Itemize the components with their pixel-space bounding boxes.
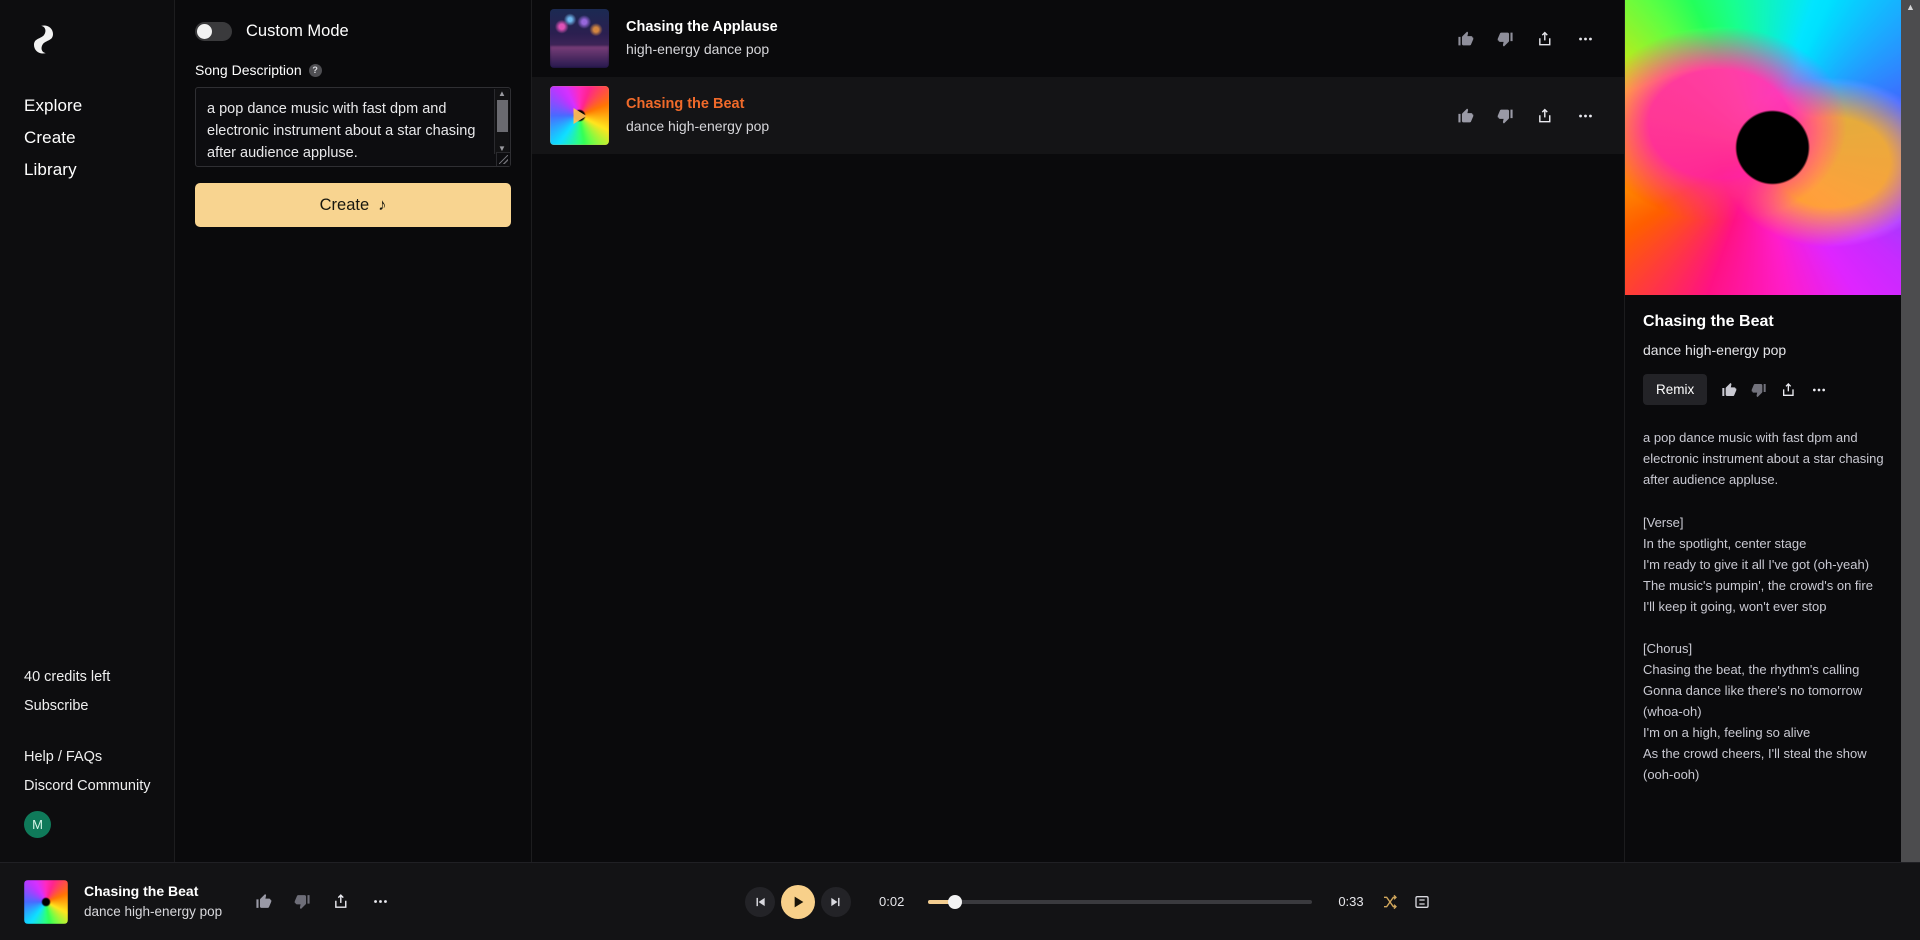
total-time: 0:33 (1338, 894, 1364, 909)
textarea-resize-handle[interactable] (496, 152, 510, 166)
song-title: Chasing the Applause (626, 19, 778, 35)
textarea-scrollbar[interactable]: ▲ ▼ (494, 89, 509, 154)
thumbs-down-icon[interactable] (1497, 30, 1514, 47)
primary-nav: Explore Create Library (24, 90, 150, 186)
song-list: Chasing the Applause high-energy dance p… (532, 0, 1625, 862)
shuffle-icon[interactable] (1382, 894, 1398, 910)
more-options-icon[interactable] (1577, 30, 1594, 47)
create-button[interactable]: Create ♪ (195, 183, 511, 227)
scrollbar-thumb[interactable] (497, 100, 508, 132)
thumbs-down-icon[interactable] (1497, 107, 1514, 124)
play-overlay-icon[interactable] (573, 107, 586, 124)
song-row-0[interactable]: Chasing the Applause high-energy dance p… (532, 0, 1624, 77)
player-bar: Chasing the Beat dance high-energy pop 0… (0, 862, 1920, 940)
thumbs-down-icon[interactable] (1751, 382, 1767, 398)
detail-subtitle: dance high-energy pop (1643, 342, 1787, 358)
remix-button[interactable]: Remix (1643, 374, 1708, 405)
more-options-icon[interactable] (1577, 107, 1594, 124)
next-track-button[interactable] (821, 886, 851, 917)
detail-artwork[interactable] (1625, 0, 1920, 295)
song-subtitle: dance high-energy pop (626, 118, 770, 134)
left-sidebar: Explore Create Library 40 credits left S… (0, 0, 174, 862)
player-controls: 0:02 0:33 (460, 884, 1920, 919)
player-subtitle: dance high-energy pop (84, 904, 223, 919)
page-scrollbar[interactable]: ▲ (1901, 0, 1920, 862)
create-panel: Custom Mode Song Description ? a pop dan… (174, 0, 532, 862)
song-artwork[interactable] (550, 86, 609, 145)
song-row-1[interactable]: Chasing the Beat dance high-energy pop (532, 77, 1624, 154)
detail-actions: Remix (1643, 374, 1902, 405)
song-detail-panel: Chasing the Beat dance high-energy pop R… (1625, 0, 1920, 862)
song-description-value: a pop dance music with fast dpm and elec… (207, 101, 480, 161)
song-artwork[interactable] (550, 9, 609, 68)
song-row-actions (1457, 30, 1594, 47)
song-title: Chasing the Beat (626, 96, 745, 112)
more-options-icon[interactable] (372, 893, 389, 910)
toggle-knob (197, 23, 212, 39)
rainbow-swirl-artwork (24, 879, 68, 924)
current-time: 0:02 (879, 894, 905, 909)
previous-track-button[interactable] (745, 886, 775, 917)
more-options-icon[interactable] (1811, 382, 1827, 398)
detail-description: a pop dance music with fast dpm and elec… (1643, 430, 1888, 487)
detail-body: Chasing the Beat dance high-energy pop R… (1625, 295, 1920, 785)
scroll-up-icon[interactable]: ▲ (1901, 2, 1920, 12)
thumbs-up-icon[interactable] (1721, 382, 1737, 398)
repeat-icon[interactable] (1414, 894, 1430, 910)
sidebar-item-library[interactable]: Library (24, 154, 150, 186)
player-now-playing: Chasing the Beat dance high-energy pop (0, 879, 460, 924)
share-icon[interactable] (1537, 30, 1554, 47)
suno-logo[interactable] (24, 18, 66, 60)
player-actions (255, 893, 389, 910)
song-meta: Chasing the Applause high-energy dance p… (626, 17, 778, 60)
song-meta: Chasing the Beat dance high-energy pop (626, 94, 769, 137)
neon-city-artwork (550, 9, 609, 68)
create-button-label: Create (319, 195, 370, 214)
detail-lyrics: [Verse] In the spotlight, center stage I… (1643, 515, 1873, 782)
help-circle-icon[interactable]: ? (308, 63, 322, 77)
custom-mode-row: Custom Mode (195, 14, 511, 48)
scroll-up-icon[interactable]: ▲ (498, 89, 506, 99)
sidebar-item-create[interactable]: Create (24, 122, 150, 154)
song-description-label-row: Song Description ? (195, 62, 511, 78)
thumbs-up-icon[interactable] (255, 893, 272, 910)
player-title: Chasing the Beat (84, 883, 199, 899)
share-icon[interactable] (333, 893, 350, 910)
detail-title: Chasing the Beat (1643, 313, 1774, 330)
music-note-icon: ♪ (378, 195, 387, 214)
song-row-actions (1457, 107, 1594, 124)
custom-mode-label: Custom Mode (246, 21, 349, 40)
progress-slider[interactable] (928, 894, 1313, 909)
thumbs-down-icon[interactable] (294, 893, 311, 910)
play-pause-button[interactable] (781, 884, 815, 919)
share-icon[interactable] (1781, 382, 1797, 398)
progress-thumb[interactable] (948, 894, 963, 909)
song-subtitle: high-energy dance pop (626, 41, 770, 57)
app-root: Explore Create Library 40 credits left S… (0, 0, 1920, 940)
song-description-label: Song Description (195, 62, 302, 78)
share-icon[interactable] (1537, 107, 1554, 124)
avatar[interactable]: M (24, 811, 51, 838)
song-description-input[interactable]: a pop dance music with fast dpm and elec… (195, 87, 511, 167)
player-artwork[interactable] (24, 879, 68, 924)
transport-controls (745, 884, 851, 919)
thumbs-up-icon[interactable] (1457, 107, 1474, 124)
player-meta: Chasing the Beat dance high-energy pop (84, 881, 222, 922)
custom-mode-toggle[interactable] (195, 21, 232, 41)
sidebar-item-explore[interactable]: Explore (24, 90, 150, 122)
thumbs-up-icon[interactable] (1457, 30, 1474, 47)
